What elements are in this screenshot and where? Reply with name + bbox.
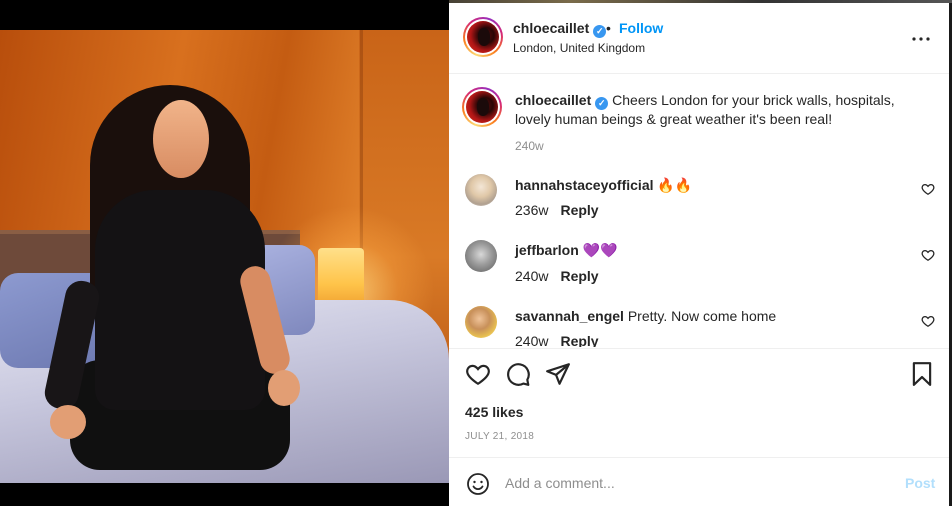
comment-text: Pretty. Now come home — [627, 308, 777, 324]
reply-button[interactable]: Reply — [560, 268, 598, 284]
comment-avatar[interactable] — [465, 240, 497, 272]
comment: savannah_engel Pretty. Now come home — [515, 308, 776, 324]
reply-button[interactable]: Reply — [560, 333, 598, 347]
author-username[interactable]: chloecaillet ✓ — [513, 20, 607, 38]
lamp — [318, 248, 364, 308]
comment-icon[interactable] — [505, 361, 531, 387]
comment-avatar[interactable] — [465, 174, 497, 206]
verified-badge-icon: ✓ — [595, 97, 609, 110]
heart-icon[interactable] — [465, 361, 491, 387]
post-media[interactable] — [0, 0, 449, 506]
person-face — [153, 100, 209, 178]
emoji-icon[interactable] — [466, 472, 490, 496]
likes-count[interactable]: 425 likes — [465, 404, 523, 420]
author-avatar[interactable] — [463, 17, 503, 57]
comments-section[interactable]: chloecaillet ✓ Cheers London for your bri… — [449, 75, 949, 347]
caption-avatar[interactable] — [462, 87, 502, 127]
separator-dot: • — [606, 20, 611, 36]
comment-text: 🔥🔥 — [657, 177, 693, 193]
comment-username[interactable]: hannahstaceyofficial — [515, 177, 654, 193]
comment-like-icon[interactable] — [921, 182, 935, 196]
share-icon[interactable] — [545, 361, 571, 387]
post-location[interactable]: London, United Kingdom — [513, 41, 645, 55]
comment-username[interactable]: jeffbarlon — [515, 242, 579, 258]
caption-time[interactable]: 240w — [515, 139, 544, 153]
reply-button[interactable]: Reply — [560, 202, 598, 218]
post-actions: 425 likes JULY 21, 2018 — [449, 348, 949, 458]
follow-button[interactable]: Follow — [619, 20, 663, 36]
post-header: chloecaillet ✓ • Follow London, United Ki… — [449, 3, 949, 74]
comment-text: 💜💜 — [582, 242, 618, 258]
caption: chloecaillet ✓ Cheers London for your bri… — [515, 91, 915, 155]
comment-time[interactable]: 236w — [515, 202, 548, 218]
comment: hannahstaceyofficial 🔥🔥 — [515, 177, 692, 194]
post-comment-button[interactable]: Post — [905, 475, 935, 491]
comment-input[interactable] — [505, 471, 885, 495]
comment-avatar[interactable] — [465, 306, 497, 338]
comment-like-icon[interactable] — [921, 314, 935, 328]
person — [95, 190, 265, 410]
post-photo — [0, 30, 449, 483]
verified-badge-icon: ✓ — [593, 25, 607, 38]
comment-time[interactable]: 240w — [515, 333, 548, 347]
comment-time[interactable]: 240w — [515, 268, 548, 284]
caption-username[interactable]: chloecaillet — [515, 92, 591, 108]
comment-composer: Post — [449, 457, 949, 506]
post-date[interactable]: JULY 21, 2018 — [465, 431, 534, 442]
comment: jeffbarlon 💜💜 — [515, 242, 618, 259]
comment-username[interactable]: savannah_engel — [515, 308, 624, 324]
more-options-icon[interactable] — [909, 27, 933, 51]
post-panel: chloecaillet ✓ • Follow London, United Ki… — [449, 3, 949, 506]
comment-like-icon[interactable] — [921, 248, 935, 262]
bookmark-icon[interactable] — [909, 361, 935, 387]
